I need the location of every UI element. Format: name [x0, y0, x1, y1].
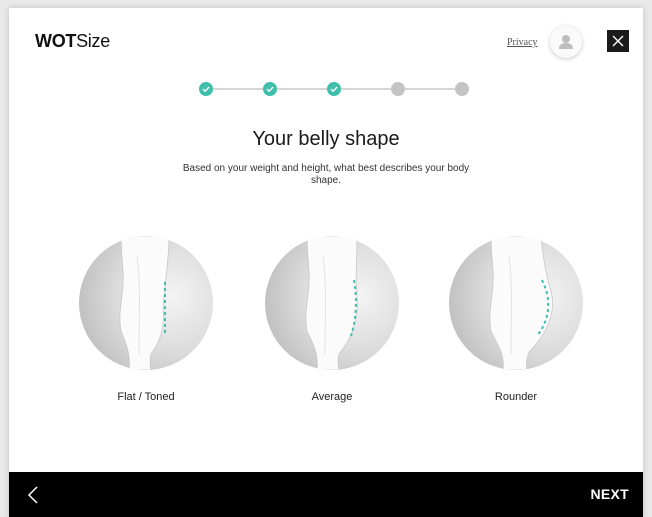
step-completed — [199, 82, 213, 96]
back-button[interactable] — [23, 484, 45, 506]
step-completed — [327, 82, 341, 96]
option-label: Rounder — [494, 391, 538, 403]
check-icon — [266, 86, 274, 93]
close-icon — [612, 35, 624, 47]
belly-shape-average-image — [265, 236, 399, 370]
brand-logo: WOTSize — [35, 31, 110, 51]
check-icon — [330, 86, 338, 93]
question-title: Your belly shape — [252, 128, 400, 150]
belly-shape-flat-image — [79, 236, 213, 370]
step-pending — [391, 82, 405, 96]
progress-stepper — [189, 82, 469, 96]
step-completed — [263, 82, 277, 96]
check-icon — [202, 86, 210, 93]
chevron-left-icon — [27, 486, 38, 504]
wotsize-modal: WOTSize Privacy Your belly shape Based o… — [9, 8, 643, 517]
step-pending — [455, 82, 469, 96]
option-label: Average — [311, 391, 353, 403]
footer-bar: NEXT — [9, 472, 643, 517]
belly-shape-rounder-image — [449, 236, 583, 370]
option-rounder[interactable]: Rounder — [449, 236, 583, 403]
option-flat-toned[interactable]: Flat / Toned — [79, 236, 213, 403]
next-button[interactable]: NEXT — [590, 486, 629, 502]
user-icon — [559, 35, 573, 49]
privacy-link[interactable]: Privacy — [507, 37, 538, 48]
option-average[interactable]: Average — [265, 236, 399, 403]
option-label: Flat / Toned — [117, 391, 175, 403]
close-button[interactable] — [607, 30, 629, 52]
user-avatar-button[interactable] — [550, 26, 582, 58]
question-subtitle: Based on your weight and height, what be… — [182, 163, 470, 186]
